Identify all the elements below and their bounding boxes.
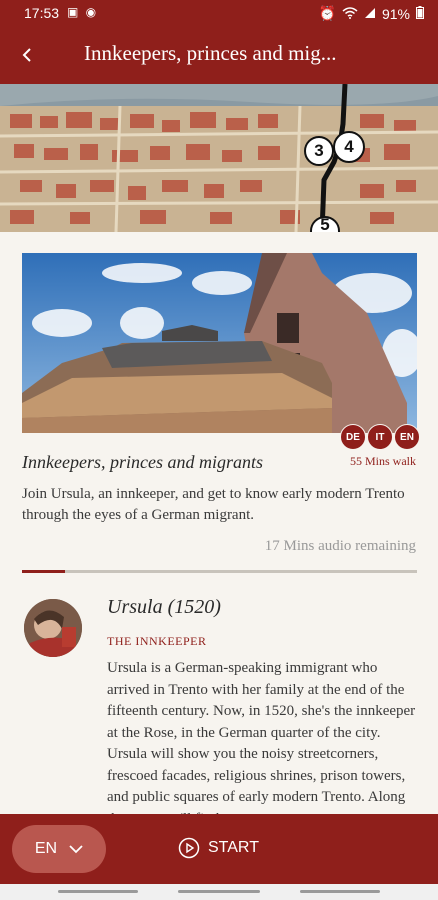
- language-badge: IT: [367, 424, 393, 450]
- language-selector[interactable]: EN: [12, 825, 106, 873]
- start-button[interactable]: START: [178, 837, 259, 859]
- audio-remaining: 17 Mins audio remaining: [264, 538, 416, 554]
- language-badge: DE: [340, 424, 366, 450]
- language-selector-label: EN: [34, 840, 58, 857]
- tour-content[interactable]: DE IT EN Innkeepers, princes and migrant…: [0, 232, 438, 814]
- walk-duration: 55 Mins walk: [350, 454, 416, 468]
- map-marker[interactable]: 3: [304, 136, 334, 166]
- battery-icon: [416, 5, 424, 22]
- audio-progress-fill: [22, 570, 66, 573]
- bottom-bar: EN START: [0, 814, 438, 884]
- alarm-icon: ⏰: [318, 5, 336, 21]
- system-nav-bar: [0, 884, 438, 900]
- tour-title: Innkeepers, princes and migrants: [22, 452, 263, 472]
- notification-icons: ▣ ◉: [67, 5, 99, 19]
- nav-home-button[interactable]: [178, 890, 260, 893]
- nav-recent-button[interactable]: [58, 890, 138, 893]
- avatar: [24, 599, 82, 657]
- character-name: Ursula (1520): [107, 596, 221, 618]
- back-button[interactable]: [16, 43, 40, 67]
- wifi-icon: [342, 6, 358, 22]
- chevron-down-icon: [69, 845, 83, 854]
- tour-hero-image: [22, 253, 417, 433]
- app-bar: Innkeepers, princes and mig...: [0, 27, 438, 84]
- tour-description: Join Ursula, an innkeeper, and get to kn…: [22, 486, 405, 523]
- status-bar: 17:53 ▣ ◉ ⏰ 91%: [0, 0, 438, 27]
- audio-progress-bar: [22, 570, 417, 573]
- nav-back-button[interactable]: [300, 890, 380, 893]
- start-button-label: START: [208, 839, 259, 856]
- play-icon: [178, 837, 200, 859]
- status-right: ⏰ 91%: [319, 5, 424, 22]
- character-role: THE INNKEEPER: [107, 634, 207, 648]
- page-title: Innkeepers, princes and mig...: [84, 41, 337, 65]
- status-time: 17:53: [24, 5, 60, 21]
- signal-icon: [364, 6, 376, 22]
- character-bio: Ursula is a German-speaking immigrant wh…: [107, 660, 416, 814]
- chevron-left-icon: [22, 48, 31, 62]
- battery-level: 91%: [381, 5, 410, 22]
- language-badge: EN: [394, 424, 420, 450]
- map-marker[interactable]: 4: [333, 131, 365, 163]
- map-illustration: [0, 84, 438, 232]
- route-map[interactable]: 3 4 5: [0, 84, 438, 232]
- language-badges: DE IT EN: [340, 424, 420, 450]
